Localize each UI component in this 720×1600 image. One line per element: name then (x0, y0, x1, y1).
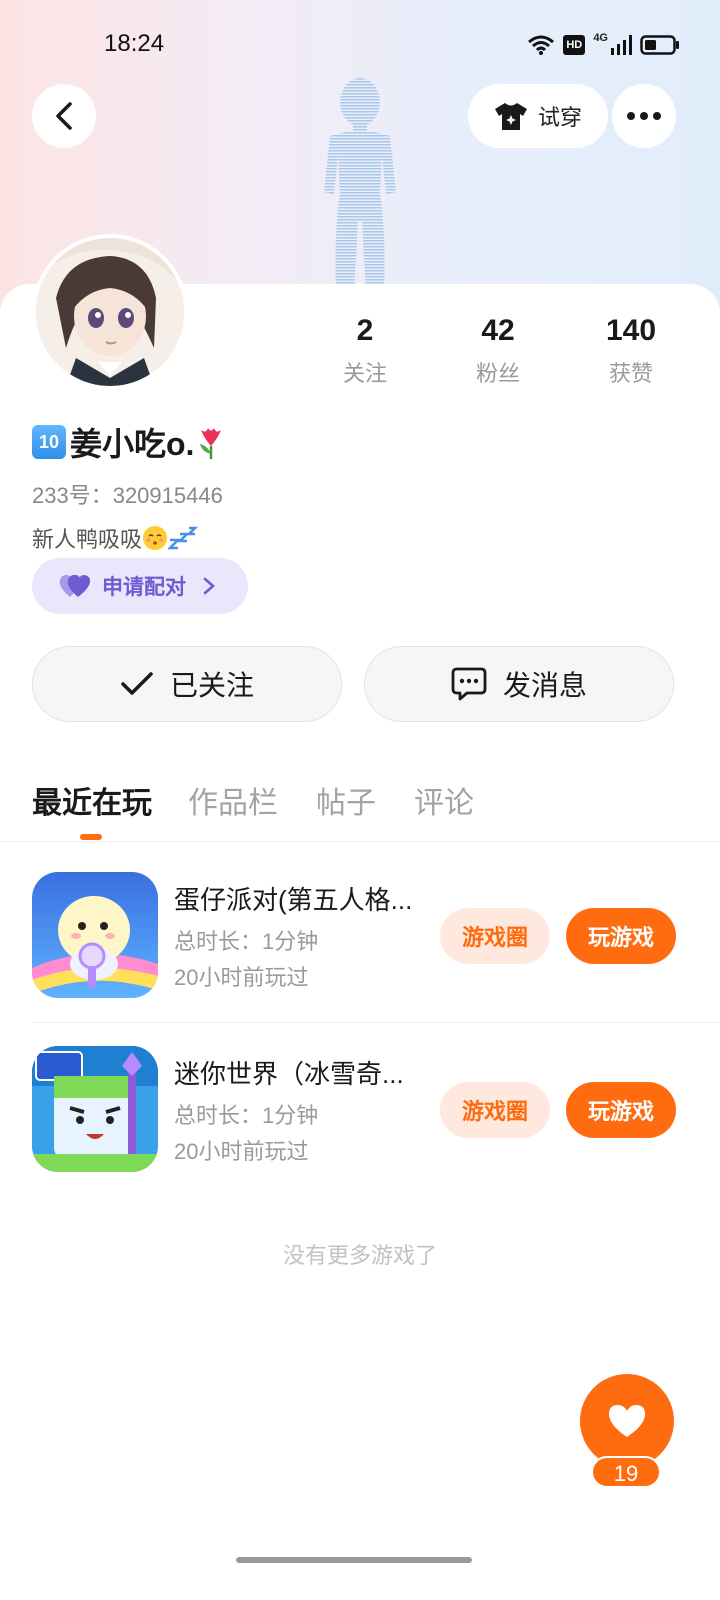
avatar[interactable] (32, 234, 188, 390)
status-bar: 18:24 HD 4G (0, 0, 720, 80)
game-duration: 总时长：1分钟 (174, 929, 319, 954)
game-list-item[interactable]: 蛋仔派对(第五人格... 总时长：1分钟 20小时前玩过 游戏圈 玩游戏 (32, 872, 720, 1002)
hd-icon: HD (563, 35, 586, 55)
more-icon (627, 112, 661, 120)
apply-pair-label: 申请配对 (102, 576, 186, 599)
game-last-played: 20小时前玩过 (174, 1139, 309, 1164)
profile-uid: 233号：320915446 (32, 483, 223, 508)
profile-bio-text: 新人鸭吸吸 (32, 527, 143, 552)
kissing-face-icon (143, 526, 168, 550)
game-list-item[interactable]: 迷你世界（冰雪奇... 总时长：1分钟 20小时前玩过 游戏圈 玩游戏 (32, 1046, 720, 1176)
game-icon-mini-world[interactable] (32, 1046, 158, 1172)
stat-likes-value: 140 (605, 314, 657, 347)
game-circle-button[interactable]: 游戏圈 (440, 1082, 550, 1138)
check-icon (121, 672, 153, 695)
chat-icon (451, 667, 487, 701)
signal-icon (611, 35, 632, 55)
back-icon (56, 102, 72, 130)
network-type-label: 4G (593, 32, 608, 44)
status-icons: HD 4G (527, 32, 680, 58)
heart-icon (609, 1405, 645, 1437)
like-button[interactable] (580, 1374, 674, 1468)
send-message-label: 发消息 (502, 670, 587, 701)
status-time: 18:24 (104, 30, 165, 57)
profile-name: 10 姜小吃o. (32, 420, 226, 464)
like-count-badge: 19 (591, 1456, 661, 1488)
following-button[interactable]: 已关注 (32, 646, 342, 722)
stat-followers-label: 粉丝 (475, 361, 520, 386)
try-on-button[interactable]: 试穿 (468, 84, 608, 148)
game-title[interactable]: 蛋仔派对(第五人格... (174, 880, 412, 917)
wifi-icon (528, 35, 555, 55)
list-divider (32, 1022, 720, 1023)
profile-bio: 新人鸭吸吸 (32, 522, 199, 554)
play-game-button[interactable]: 玩游戏 (566, 908, 676, 964)
stat-following[interactable]: 2 关注 (310, 312, 420, 388)
stat-following-value: 2 (356, 314, 374, 347)
chevron-right-icon (203, 577, 215, 595)
no-more-games-text: 没有更多游戏了 (282, 1243, 437, 1268)
more-button[interactable] (612, 84, 676, 148)
stat-following-label: 关注 (342, 361, 387, 386)
send-message-button[interactable]: 发消息 (364, 646, 674, 722)
tab-comments[interactable]: 评论 (414, 778, 474, 822)
following-label: 已关注 (169, 670, 254, 701)
tab-posts[interactable]: 帖子 (316, 778, 376, 822)
play-game-button[interactable]: 玩游戏 (566, 1082, 676, 1138)
avatar-hologram (324, 78, 396, 292)
game-circle-button[interactable]: 游戏圈 (440, 908, 550, 964)
stat-followers-value: 42 (481, 314, 515, 347)
profile-tabs: 最近在玩 作品栏 帖子 评论 (0, 770, 720, 842)
game-icon-eggy-party[interactable] (32, 872, 158, 998)
shirt-icon (494, 103, 527, 130)
home-indicator[interactable] (236, 1557, 472, 1563)
stat-likes-label: 获赞 (608, 361, 653, 386)
keycap-ten-badge: 10 (32, 425, 66, 459)
stat-likes[interactable]: 140 获赞 (576, 312, 686, 388)
apply-pair-button[interactable]: 申请配对 (32, 558, 248, 614)
game-duration: 总时长：1分钟 (174, 1103, 319, 1128)
profile-name-text: 姜小吃o. (70, 426, 195, 462)
game-last-played: 20小时前玩过 (174, 965, 309, 990)
tulip-icon (200, 428, 222, 459)
zzz-icon (168, 526, 199, 550)
try-on-label: 试穿 (537, 105, 582, 130)
back-button[interactable] (32, 84, 96, 148)
tab-recent-games[interactable]: 最近在玩 (32, 778, 152, 822)
battery-icon (640, 35, 679, 55)
double-heart-icon (59, 574, 91, 597)
game-title[interactable]: 迷你世界（冰雪奇... (174, 1054, 404, 1091)
tab-works[interactable]: 作品栏 (188, 778, 278, 822)
stat-followers[interactable]: 42 粉丝 (443, 312, 553, 388)
tab-active-indicator (80, 834, 102, 840)
